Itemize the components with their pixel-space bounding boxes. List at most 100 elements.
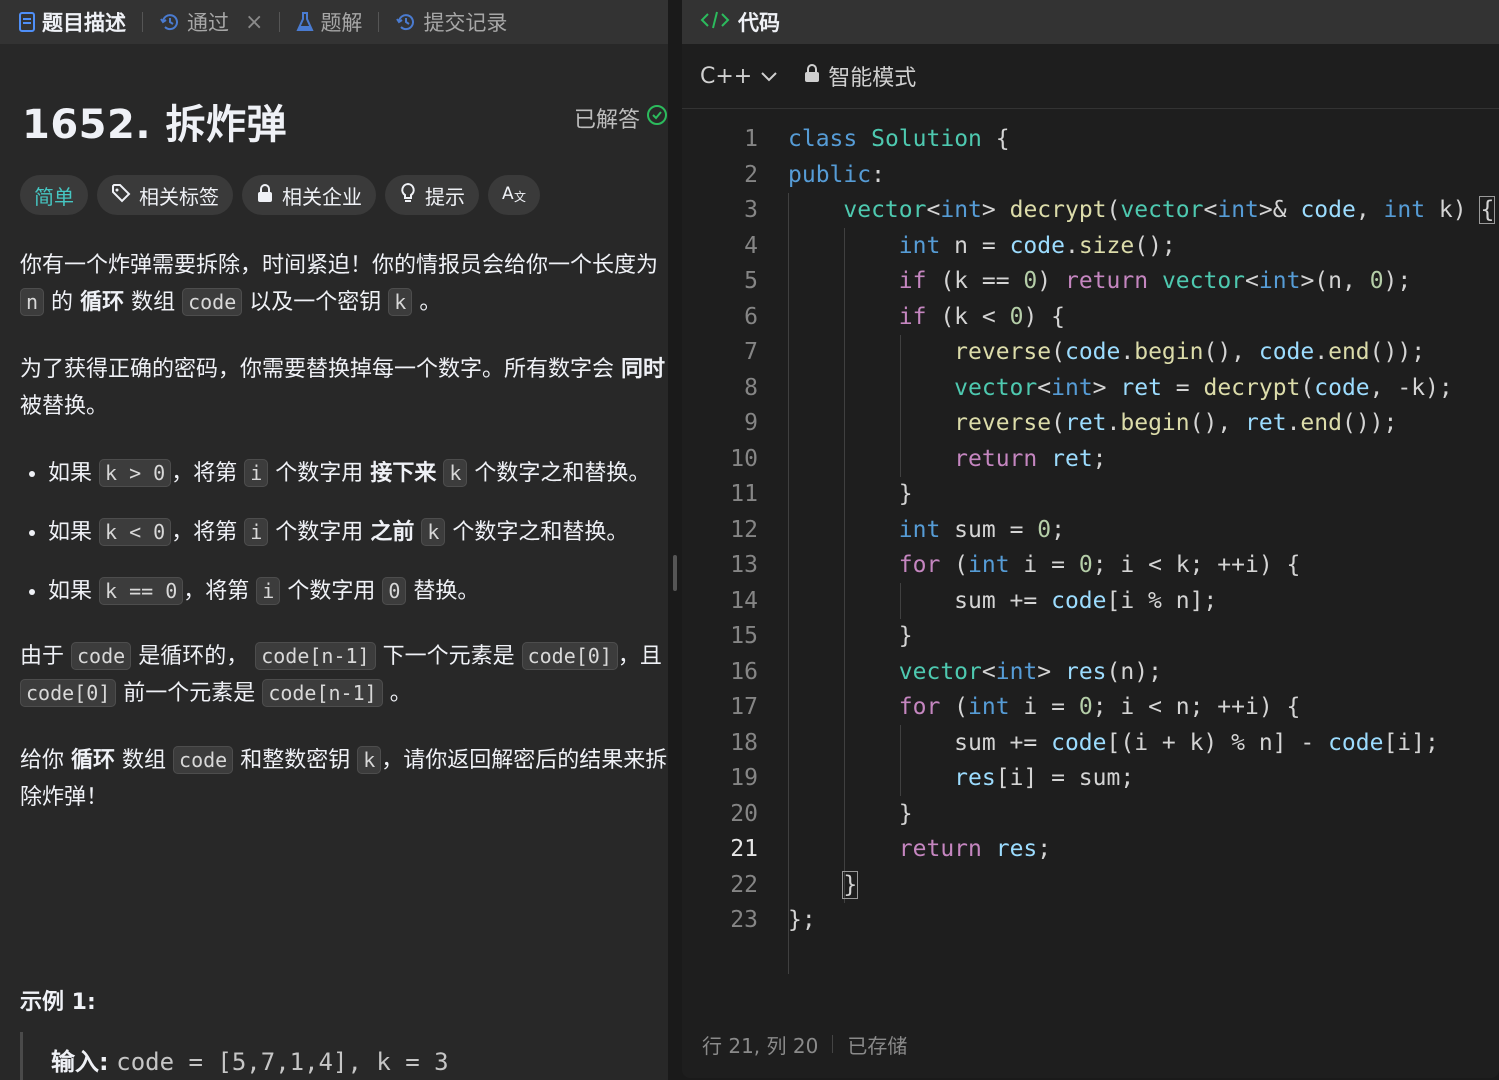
tag-icon <box>111 183 131 208</box>
text: 替换。 <box>413 579 480 604</box>
list-item: 如果 k == 0，将第 i 个数字用 0 替换。 <box>48 573 668 610</box>
code-line[interactable]: 6 if (k < 0) { <box>682 300 1499 336</box>
line-number: 6 <box>744 303 758 330</box>
text: 如果 <box>48 520 93 545</box>
code-line[interactable]: 23}; <box>682 903 1499 939</box>
code-line[interactable]: 8 vector<int> ret = decrypt(code, -k); <box>682 371 1499 407</box>
text: 由于 <box>20 644 65 669</box>
inline-code: k <box>421 518 446 546</box>
code-line[interactable]: 7 reverse(code.begin(), code.end()); <box>682 335 1499 371</box>
text: ，将第 <box>171 520 238 545</box>
code-line[interactable]: 19 res[i] = sum; <box>682 761 1499 797</box>
bold-text: 之前 <box>370 520 415 545</box>
cursor-position: 行 21, 列 20 <box>702 1033 819 1058</box>
related-tags-button[interactable]: 相关标签 <box>97 175 233 215</box>
inline-code: code <box>71 642 132 670</box>
paragraph: 你有一个炸弹需要拆除，时间紧迫！你的情报员会给你一个长度为 n 的 循环 数组 … <box>20 247 668 321</box>
code-line[interactable]: 11 } <box>682 477 1499 513</box>
line-text: reverse(code.begin(), code.end()); <box>954 339 1426 365</box>
code-lines: 1 class Solution {2 public: 3 vector<int> d… <box>682 122 1499 939</box>
text: 为了获得正确的密码，你需要替换掉每一个数字。所有数字会 <box>20 357 615 382</box>
code-panel: 代码 C++ 智能模式 1 class Solution {2 public: 3 v… <box>682 0 1499 1078</box>
language-select[interactable]: C++ <box>700 64 778 89</box>
close-icon[interactable]: × <box>245 10 263 35</box>
code-line[interactable]: 12 int sum = 0; <box>682 513 1499 549</box>
line-text: }; <box>788 907 816 933</box>
text: 个数字用 <box>287 579 376 604</box>
editor-toolbar: C++ 智能模式 <box>682 44 1499 109</box>
code-line[interactable]: 16 vector<int> res(n); <box>682 655 1499 691</box>
status-bar: 行 21, 列 20 已存储 <box>682 1010 1499 1078</box>
text: 。 <box>419 290 442 315</box>
difficulty-badge[interactable]: 简单 <box>20 175 88 215</box>
history-icon <box>159 11 181 33</box>
tab-code-label[interactable]: 代码 <box>738 7 780 37</box>
text: 如果 <box>48 579 93 604</box>
inline-code: k <box>357 746 382 774</box>
tab-solutions[interactable]: 题解 <box>292 7 366 37</box>
tab-divider <box>279 12 281 32</box>
code-line[interactable]: 9 reverse(ret.begin(), ret.end()); <box>682 406 1499 442</box>
line-text: reverse(ret.begin(), ret.end()); <box>954 410 1398 436</box>
line-text: sum += code[(i + k) % n] - code[i]; <box>788 729 1439 756</box>
hint-button[interactable]: 提示 <box>385 175 479 215</box>
code-line[interactable]: 15 } <box>682 619 1499 655</box>
inline-code: code[0] <box>521 642 618 670</box>
tab-accepted[interactable]: 通过 × <box>155 7 267 37</box>
code-line[interactable]: 21 return res; <box>682 832 1499 868</box>
line-text: } <box>788 481 913 507</box>
code-editor[interactable]: 1 class Solution {2 public: 3 vector<int> d… <box>682 122 1499 974</box>
inline-code: i <box>244 518 269 546</box>
line-number: 19 <box>730 765 758 791</box>
problem-title[interactable]: 1652. 拆炸弹 <box>22 92 668 150</box>
code-line[interactable]: 22 } <box>682 868 1499 904</box>
text: 如果 <box>48 461 93 486</box>
code-line[interactable]: 20 } <box>682 797 1499 833</box>
inline-code: i <box>244 459 269 487</box>
inline-code: code[n-1] <box>255 642 376 670</box>
line-text: } <box>842 870 859 899</box>
smart-mode-label: 智能模式 <box>828 66 917 91</box>
code-line[interactable]: 18 sum += code[(i + k) % n] - code[i]; <box>682 726 1499 762</box>
code-line[interactable]: 1 class Solution { <box>682 122 1499 158</box>
smart-mode-button[interactable]: 智能模式 <box>804 60 916 92</box>
line-number: 16 <box>730 658 758 685</box>
line-text: for (int i = 0; i < k; ++i) { <box>898 552 1301 578</box>
list-item: 如果 k > 0，将第 i 个数字用 接下来 k 个数字之和替换。 <box>48 455 668 492</box>
related-tags-label: 相关标签 <box>139 184 219 209</box>
panel-splitter[interactable] <box>668 0 682 1080</box>
code-line[interactable]: 5 if (k == 0) return vector<int>(n, 0); <box>682 264 1499 300</box>
line-number: 8 <box>744 374 758 401</box>
line-number: 13 <box>730 552 758 578</box>
inline-code: 0 <box>382 577 407 605</box>
tab-description-label: 题目描述 <box>42 11 126 35</box>
line-number: 3 <box>744 197 758 223</box>
code-line[interactable]: 2 public: <box>682 158 1499 194</box>
inline-code: k > 0 <box>99 459 172 487</box>
inline-code: k <box>443 459 468 487</box>
tab-submissions-label: 提交记录 <box>423 11 508 35</box>
drag-handle[interactable] <box>673 555 677 591</box>
status-divider <box>832 1035 834 1053</box>
paragraph: 给你 循环 数组 code 和整数密钥 k ，请你返回解密后的结果来拆除炸弹！ <box>20 742 668 816</box>
related-companies-button[interactable]: 相关企业 <box>242 175 376 215</box>
code-line[interactable]: 17 for (int i = 0; i < n; ++i) { <box>682 690 1499 726</box>
code-line[interactable]: 4 int n = code.size(); <box>682 229 1499 265</box>
code-line[interactable]: 10 return ret; <box>682 442 1499 478</box>
tab-description[interactable]: 题目描述 <box>14 7 130 37</box>
line-text: } <box>788 800 913 827</box>
code-line[interactable]: 13 for (int i = 0; i < k; ++i) { <box>682 548 1499 584</box>
code-line[interactable]: 14 sum += code[i % n]; <box>682 584 1499 620</box>
text: 是循环的， <box>138 644 249 669</box>
inline-code: code <box>182 288 243 316</box>
line-number: 1 <box>744 126 758 152</box>
save-status: 已存储 <box>847 1033 908 1058</box>
code-line[interactable]: 3 vector<int> decrypt(vector<int>& code,… <box>682 193 1499 229</box>
translate-button[interactable]: A文 <box>488 175 540 215</box>
text: 你有一个炸弹需要拆除，时间紧迫！你的情报员会给你一个长度为 <box>20 253 659 278</box>
text: 给你 <box>20 748 65 773</box>
text: ，将第 <box>171 461 238 486</box>
bold-text: 循环 <box>80 290 125 315</box>
lock-icon <box>256 183 274 208</box>
tab-submissions[interactable]: 提交记录 <box>391 7 511 37</box>
